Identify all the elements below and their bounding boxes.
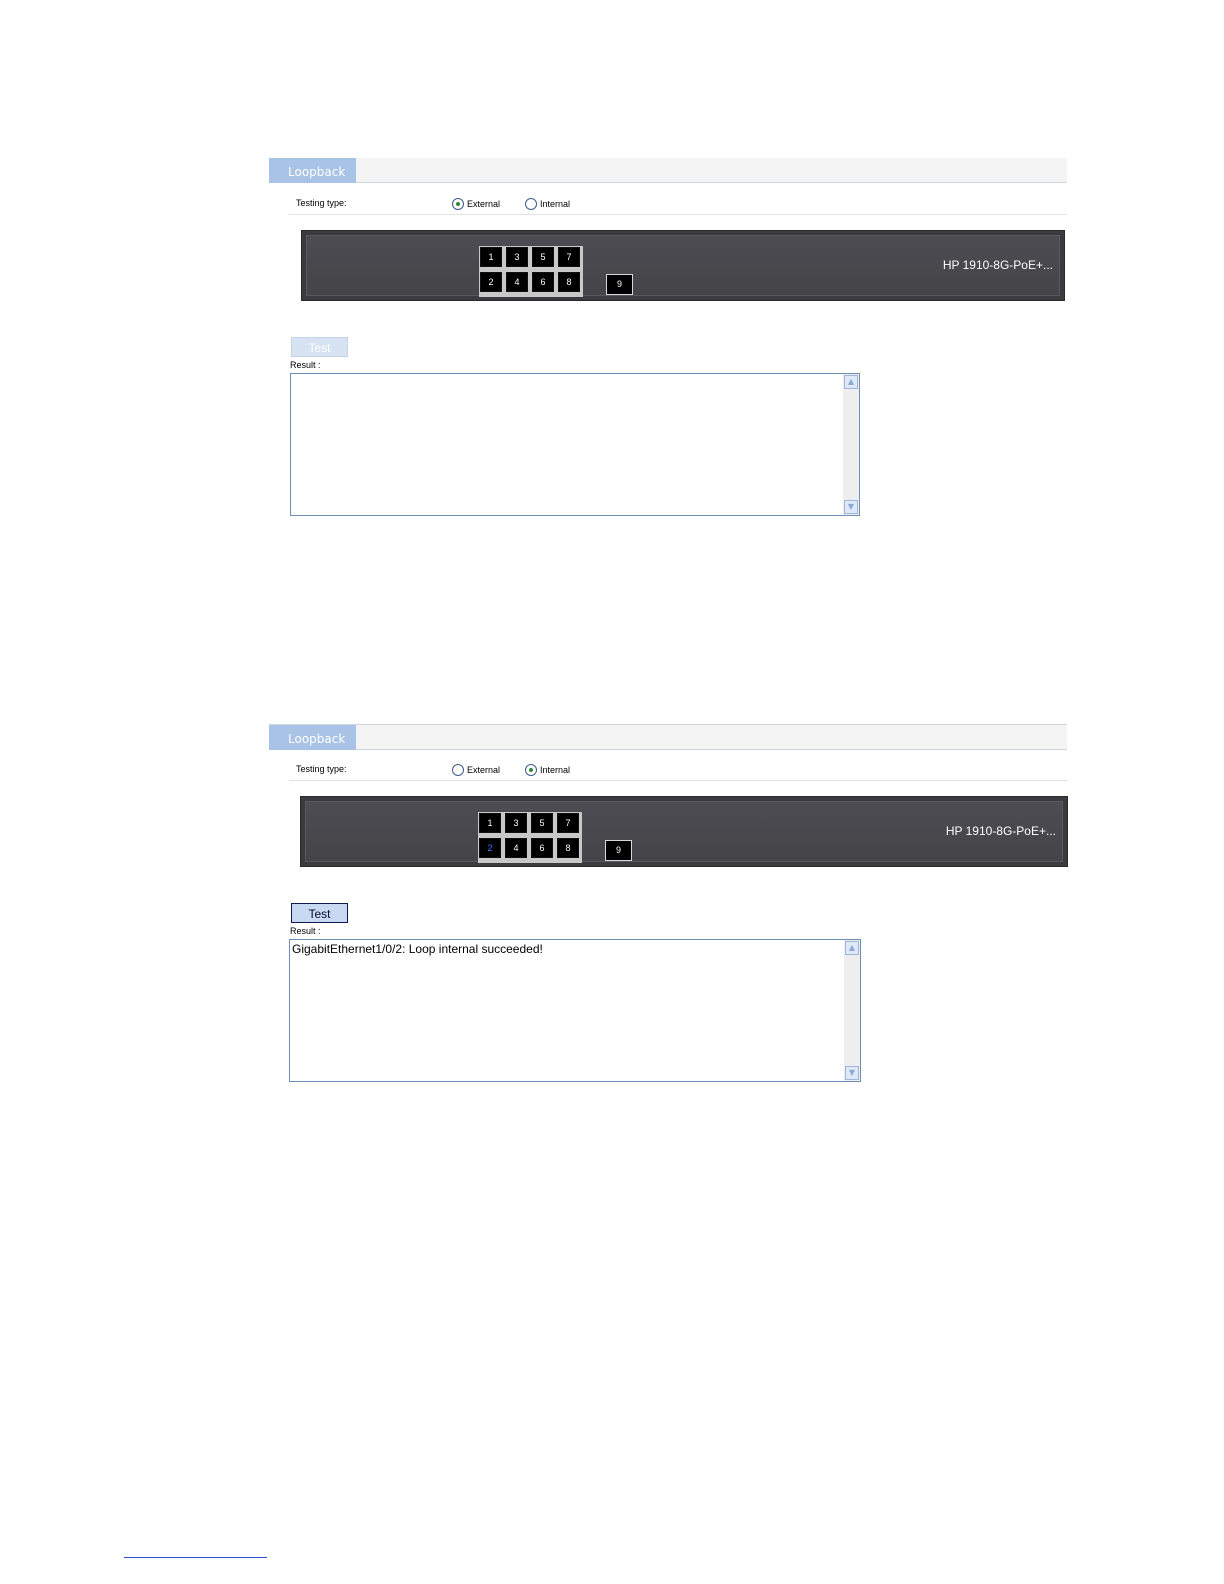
port-8[interactable]: 8 — [557, 838, 579, 858]
port-7[interactable]: 7 — [558, 247, 580, 267]
radio-internal[interactable]: Internal — [525, 764, 570, 776]
radio-external-circle[interactable] — [452, 764, 464, 776]
testing-type-label: Testing type: — [296, 198, 347, 208]
scroll-down-icon[interactable]: ▼ — [844, 500, 858, 514]
radio-internal-label: Internal — [540, 765, 571, 775]
tab-bar: Loopback — [269, 158, 1067, 183]
test-button[interactable]: Test — [291, 337, 348, 357]
scroll-down-icon[interactable]: ▼ — [845, 1066, 859, 1080]
port-9-sfp[interactable]: 9 — [605, 840, 632, 861]
result-textarea[interactable]: GigabitEthernet1/0/2: Loop internal succ… — [289, 939, 861, 1082]
radio-external-label: External — [467, 765, 501, 775]
result-text: GigabitEthernet1/0/2: Loop internal succ… — [292, 942, 543, 956]
tab-bar: Loopback — [269, 724, 1067, 750]
port-3[interactable]: 3 — [506, 247, 528, 267]
result-scrollbar[interactable]: ▲ ▼ — [844, 940, 860, 1081]
port-9-sfp[interactable]: 9 — [606, 274, 633, 295]
radio-external[interactable]: External — [452, 198, 500, 210]
device-panel: 1 3 5 7 2 4 6 8 9 HP 1910-8G-PoE+... — [301, 230, 1065, 301]
port-block: 1 3 5 7 2 4 6 8 — [479, 246, 583, 297]
radio-internal[interactable]: Internal — [525, 198, 570, 210]
testing-type-row: Testing type: External Internal — [289, 191, 1067, 215]
port-2-selected[interactable]: 2 — [479, 838, 501, 858]
radio-external-label: External — [467, 199, 501, 209]
port-4[interactable]: 4 — [505, 838, 527, 858]
testing-type-label: Testing type: — [296, 764, 347, 774]
port-block: 1 3 5 7 2 4 6 8 — [478, 812, 582, 863]
result-textarea[interactable]: ▲ ▼ — [290, 373, 860, 516]
scroll-up-icon[interactable]: ▲ — [844, 375, 858, 389]
radio-internal-circle[interactable] — [525, 764, 537, 776]
footer-rule — [124, 1557, 267, 1558]
port-5[interactable]: 5 — [532, 247, 554, 267]
port-8[interactable]: 8 — [558, 272, 580, 292]
port-5[interactable]: 5 — [531, 813, 553, 833]
device-faceplate: 1 3 5 7 2 4 6 8 9 HP 1910-8G-PoE+... — [305, 801, 1063, 863]
port-2[interactable]: 2 — [480, 272, 502, 292]
port-3[interactable]: 3 — [505, 813, 527, 833]
testing-type-row: Testing type: External Internal — [289, 757, 1067, 781]
result-scrollbar[interactable]: ▲ ▼ — [843, 374, 859, 515]
device-model: HP 1910-8G-PoE+... — [942, 258, 1053, 272]
port-6[interactable]: 6 — [532, 272, 554, 292]
test-button[interactable]: Test — [291, 903, 348, 923]
radio-internal-label: Internal — [540, 199, 571, 209]
loopback-panel-external: Loopback Testing type: External Internal… — [269, 158, 1069, 520]
tab-loopback[interactable]: Loopback — [269, 158, 356, 183]
radio-external[interactable]: External — [452, 764, 500, 776]
port-4[interactable]: 4 — [506, 272, 528, 292]
loopback-panel-internal: Loopback Testing type: External Internal… — [269, 724, 1069, 1086]
radio-internal-circle[interactable] — [525, 198, 537, 210]
port-1[interactable]: 1 — [479, 813, 501, 833]
device-faceplate: 1 3 5 7 2 4 6 8 9 HP 1910-8G-PoE+... — [306, 235, 1060, 297]
result-label: Result : — [290, 360, 321, 370]
port-1[interactable]: 1 — [480, 247, 502, 267]
port-7[interactable]: 7 — [557, 813, 579, 833]
tab-loopback[interactable]: Loopback — [269, 725, 356, 750]
device-model: HP 1910-8G-PoE+... — [945, 824, 1056, 838]
scroll-up-icon[interactable]: ▲ — [845, 941, 859, 955]
port-6[interactable]: 6 — [531, 838, 553, 858]
result-label: Result : — [290, 926, 321, 936]
radio-external-circle[interactable] — [452, 198, 464, 210]
device-panel: 1 3 5 7 2 4 6 8 9 HP 1910-8G-PoE+... — [300, 796, 1068, 867]
